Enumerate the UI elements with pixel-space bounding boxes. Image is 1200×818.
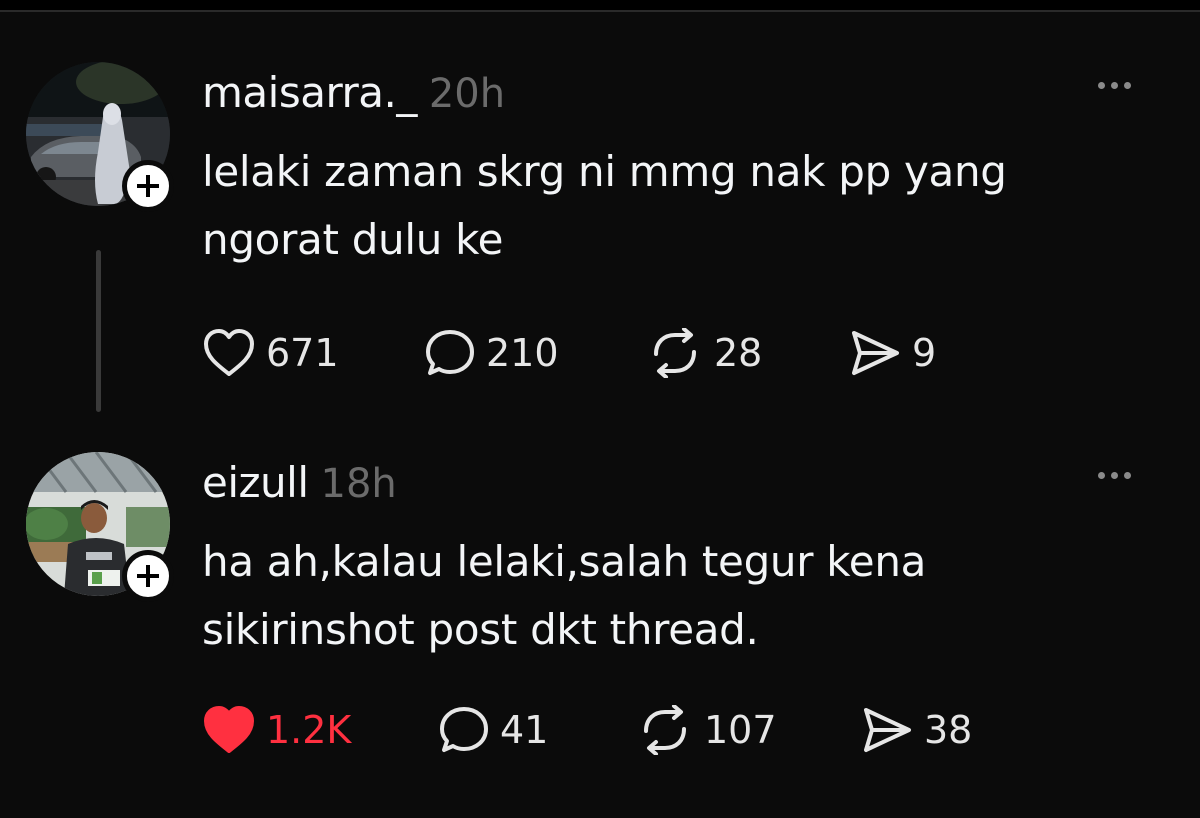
reply-count: 41 — [500, 708, 549, 752]
repost-count: 28 — [714, 331, 763, 375]
action-bar: 1.2K 41 107 38 — [202, 705, 972, 755]
like-count: 671 — [266, 331, 339, 375]
post-text-line: lelaki zaman skrg ni mmg nak pp yang — [202, 147, 1007, 196]
username[interactable]: eizull — [202, 458, 309, 507]
plus-icon — [137, 565, 159, 587]
share-button[interactable]: 38 — [860, 705, 972, 755]
heart-filled-icon — [204, 706, 254, 753]
reply-button[interactable]: 210 — [424, 328, 646, 378]
post-text: lelaki zaman skrg ni mmg nak pp yang ngo… — [202, 138, 1122, 274]
comment-icon — [440, 707, 488, 752]
more-options-icon[interactable] — [1098, 472, 1131, 479]
comment-icon — [426, 330, 474, 375]
repost-icon — [644, 705, 686, 755]
post-text-line: ngorat dulu ke — [202, 215, 504, 264]
follow-plus-button[interactable] — [122, 550, 174, 602]
thread-connector-line — [96, 250, 101, 412]
avatar-container — [26, 452, 174, 602]
repost-count: 107 — [704, 708, 777, 752]
reply-count: 210 — [486, 331, 559, 375]
thread-post: maisarra._ 20h lelaki zaman skrg ni mmg … — [0, 60, 1200, 420]
repost-button[interactable]: 28 — [646, 328, 848, 378]
like-count: 1.2K — [266, 708, 352, 752]
plus-icon — [137, 175, 159, 197]
thread-post: eizull 18h ha ah,kalau lelaki,salah tegu… — [0, 450, 1200, 790]
avatar-container — [26, 62, 174, 212]
heart-outline-icon — [204, 329, 254, 376]
share-button[interactable]: 9 — [848, 328, 936, 378]
top-divider — [0, 0, 1200, 12]
share-count: 38 — [924, 708, 973, 752]
post-text-line: ha ah,kalau lelaki,salah tegur kena — [202, 537, 927, 586]
share-count: 9 — [912, 331, 937, 375]
send-icon — [852, 331, 899, 375]
post-text: ha ah,kalau lelaki,salah tegur kena siki… — [202, 528, 1122, 664]
send-icon — [864, 708, 911, 752]
like-button[interactable]: 671 — [202, 328, 424, 378]
follow-plus-button[interactable] — [122, 160, 174, 212]
like-button[interactable]: 1.2K — [202, 705, 438, 755]
reply-button[interactable]: 41 — [438, 705, 636, 755]
post-header: maisarra._ 20h — [202, 68, 505, 117]
post-header: eizull 18h — [202, 458, 397, 507]
repost-button[interactable]: 107 — [636, 705, 860, 755]
more-options-icon[interactable] — [1098, 82, 1131, 89]
timestamp: 20h — [428, 71, 506, 117]
post-text-line: sikirinshot post dkt thread. — [202, 605, 759, 654]
action-bar: 671 210 28 9 — [202, 328, 936, 378]
username[interactable]: maisarra._ — [202, 68, 417, 117]
repost-icon — [654, 328, 696, 378]
timestamp: 18h — [320, 461, 397, 507]
